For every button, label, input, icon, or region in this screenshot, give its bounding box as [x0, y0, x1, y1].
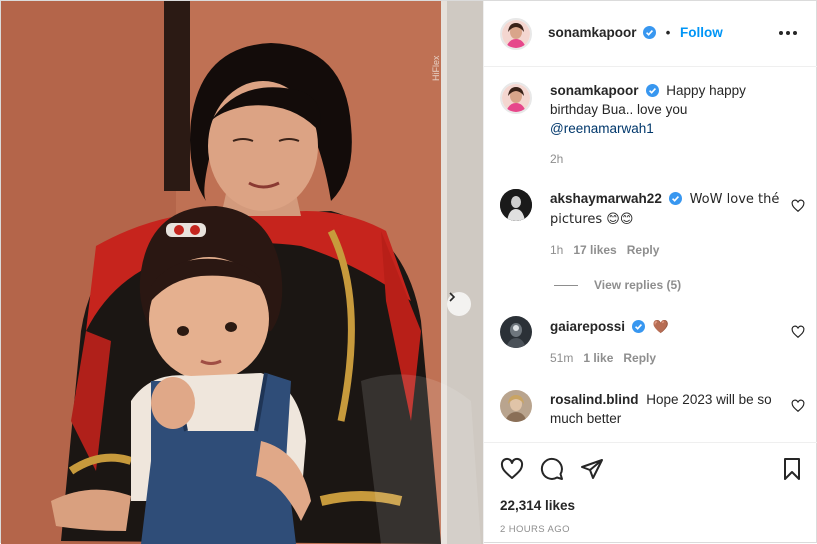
like-comment-heart-icon[interactable]: [791, 325, 805, 339]
author-username[interactable]: sonamkapoor: [548, 25, 637, 40]
comment-body: 🤎: [652, 320, 669, 335]
verified-badge-icon: [632, 320, 646, 333]
post-side-panel: sonamkapoor • Follow sonamkapoor Happy h…: [483, 1, 817, 544]
share-icon[interactable]: [580, 457, 604, 481]
caption-mention[interactable]: @reenamarwah1: [550, 121, 654, 136]
avatar-image: [500, 316, 532, 348]
view-replies-label: View replies (5): [594, 278, 682, 292]
avatar-image: [500, 189, 532, 221]
comment-username[interactable]: rosalind.blind: [550, 392, 639, 407]
caption-username[interactable]: sonamkapoor: [550, 83, 639, 98]
comment-meta: 51m 1 like Reply: [550, 351, 656, 365]
likes-count[interactable]: 22,314 likes: [500, 498, 575, 513]
view-replies-button[interactable]: View replies (5): [554, 278, 681, 292]
avatar-image: [502, 84, 530, 112]
post-dialog: HiFlex sonamkapoor • Follow sonamkapoor …: [0, 0, 817, 544]
post-actions: 22,314 likes 2 HOURS AGO: [484, 442, 817, 544]
comment-likes[interactable]: 17 likes: [573, 243, 616, 257]
caption-avatar[interactable]: [500, 82, 532, 114]
chevron-right-icon: [449, 292, 456, 302]
commenter-avatar[interactable]: [500, 316, 532, 348]
comment-likes[interactable]: 1 like: [583, 351, 613, 365]
verified-badge-icon: [645, 84, 659, 97]
like-comment-heart-icon[interactable]: [791, 199, 805, 213]
avatar-image: [500, 390, 532, 422]
commenter-avatar[interactable]: [500, 390, 532, 422]
svg-text:HiFlex: HiFlex: [431, 55, 441, 81]
header-line: sonamkapoor • Follow: [548, 25, 723, 40]
comment-username[interactable]: akshaymarwah22: [550, 191, 662, 206]
caption-text: sonamkapoor Happy happy birthday Bua.. l…: [550, 81, 785, 138]
comment-time: 51m: [550, 351, 574, 365]
comment-username[interactable]: gaiarepossi: [550, 319, 625, 334]
comment-text: rosalind.blind Hope 2023 will be so much…: [550, 390, 785, 428]
more-options-icon[interactable]: [779, 25, 799, 41]
comment-text: akshaymarwah22 WoW love thé pictures 😊😊: [550, 189, 785, 229]
post-timestamp: 2 HOURS AGO: [500, 524, 570, 535]
comment-meta: 1h 17 likes Reply: [550, 243, 659, 257]
post-photo[interactable]: HiFlex: [1, 1, 483, 544]
author-avatar[interactable]: [500, 18, 532, 50]
heart-icon[interactable]: [500, 457, 524, 481]
comments-list: sonamkapoor Happy happy birthday Bua.. l…: [484, 67, 817, 442]
reply-button[interactable]: Reply: [627, 243, 660, 257]
header-separator: •: [665, 25, 671, 40]
avatar-image: [502, 20, 530, 48]
caption-time: 2h: [550, 152, 564, 166]
follow-button[interactable]: Follow: [680, 25, 723, 40]
next-photo-button[interactable]: [447, 292, 471, 316]
commenter-avatar[interactable]: [500, 189, 532, 221]
like-comment-heart-icon[interactable]: [791, 399, 805, 413]
post-header: sonamkapoor • Follow: [484, 1, 817, 67]
replies-divider: [554, 284, 578, 286]
comment-text: gaiarepossi 🤎: [550, 317, 785, 337]
verified-badge-icon: [668, 192, 682, 205]
reply-button[interactable]: Reply: [623, 351, 656, 365]
bookmark-icon[interactable]: [780, 457, 804, 481]
photo-illustration: HiFlex: [1, 1, 483, 544]
verified-badge-icon: [643, 26, 657, 39]
comment-icon[interactable]: [540, 457, 564, 481]
comment-time: 1h: [550, 243, 564, 257]
